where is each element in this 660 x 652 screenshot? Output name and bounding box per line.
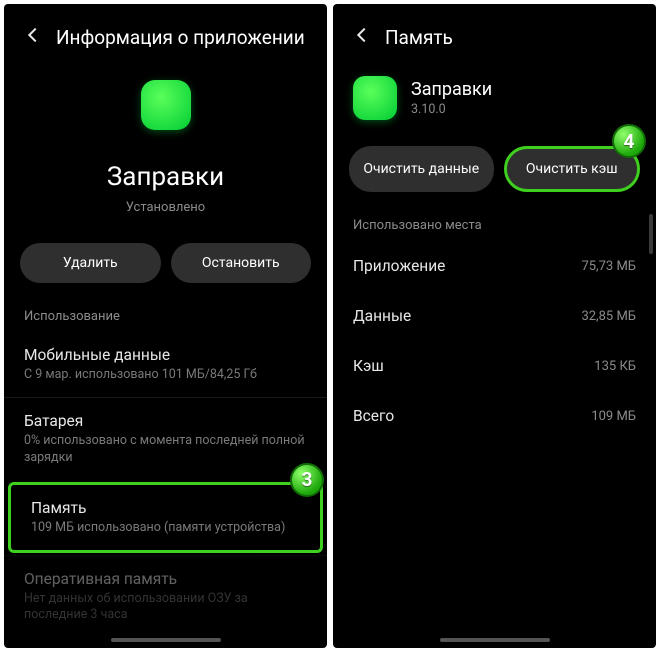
step-badge-4: 4 <box>612 124 646 158</box>
row-data: Данные 32,85 МБ <box>333 291 656 341</box>
item-sub: С 9 мар. использовано 101 МБ/84,25 Гб <box>24 367 307 383</box>
row-value: 75,73 МБ <box>581 259 636 274</box>
nav-pill[interactable] <box>440 638 550 642</box>
row-cache: Кэш 135 КБ <box>333 341 656 391</box>
item-sub: Нет данных об использовании ОЗУ за после… <box>24 591 307 624</box>
back-icon[interactable] <box>22 24 44 50</box>
nav-bar <box>4 638 327 642</box>
row-key: Всего <box>353 407 394 425</box>
row-key: Кэш <box>353 357 384 375</box>
item-title: Оперативная память <box>24 570 307 588</box>
row-value: 135 КБ <box>594 359 636 374</box>
uninstall-button[interactable]: Удалить <box>20 243 161 283</box>
item-title: Память <box>31 499 300 517</box>
item-title: Мобильные данные <box>24 346 307 364</box>
space-list: Приложение 75,73 МБ Данные 32,85 МБ Кэш … <box>333 241 656 441</box>
row-app: Приложение 75,73 МБ <box>333 241 656 291</box>
row-key: Данные <box>353 307 411 325</box>
force-stop-button[interactable]: Остановить <box>171 243 312 283</box>
row-total: Всего 109 МБ <box>333 391 656 441</box>
header: Память <box>333 4 656 62</box>
back-icon[interactable] <box>351 24 373 50</box>
app-hero: Заправки Установлено <box>4 62 327 223</box>
app-row: Заправки 3.10.0 <box>333 62 656 126</box>
nav-pill[interactable] <box>111 638 221 642</box>
scrollbar-icon[interactable] <box>649 214 653 254</box>
item-title: Батарея <box>24 412 307 430</box>
item-mobile-data[interactable]: Мобильные данные С 9 мар. использовано 1… <box>4 332 327 397</box>
clear-data-button[interactable]: Очистить данные <box>349 146 494 192</box>
app-status: Установлено <box>4 200 327 215</box>
storage-buttons: Очистить данные Очистить кэш 4 <box>333 126 656 206</box>
app-name: Заправки <box>4 162 327 192</box>
item-sub: 0% использовано с момента последней полн… <box>24 433 307 466</box>
nav-bar <box>333 638 656 642</box>
app-version: 3.10.0 <box>411 102 492 117</box>
item-storage[interactable]: 3 Память 109 МБ использовано (памяти уст… <box>8 482 323 553</box>
app-icon <box>141 80 191 130</box>
app-name: Заправки <box>411 79 492 100</box>
item-ram[interactable]: Оперативная память Нет данных об использ… <box>4 555 327 638</box>
section-space-label: Использовано места <box>333 206 656 241</box>
item-sub: 109 МБ использовано (памяти устройства) <box>31 520 300 536</box>
app-icon <box>353 76 397 120</box>
row-value: 32,85 МБ <box>581 309 636 324</box>
row-key: Приложение <box>353 257 445 275</box>
header: Информация о приложении <box>4 4 327 62</box>
usage-list: Мобильные данные С 9 мар. использовано 1… <box>4 332 327 638</box>
item-battery[interactable]: Батарея 0% использовано с момента послед… <box>4 397 327 480</box>
screen-app-info: Информация о приложении Заправки Установ… <box>4 4 327 648</box>
step-badge-3: 3 <box>290 463 324 497</box>
screen-storage: Память Заправки 3.10.0 Очистить данные О… <box>333 4 656 648</box>
action-buttons: Удалить Остановить <box>4 223 327 297</box>
row-value: 109 МБ <box>591 409 636 424</box>
page-title: Информация о приложении <box>56 26 305 49</box>
section-usage-label: Использование <box>4 297 327 332</box>
page-title: Память <box>385 26 453 49</box>
